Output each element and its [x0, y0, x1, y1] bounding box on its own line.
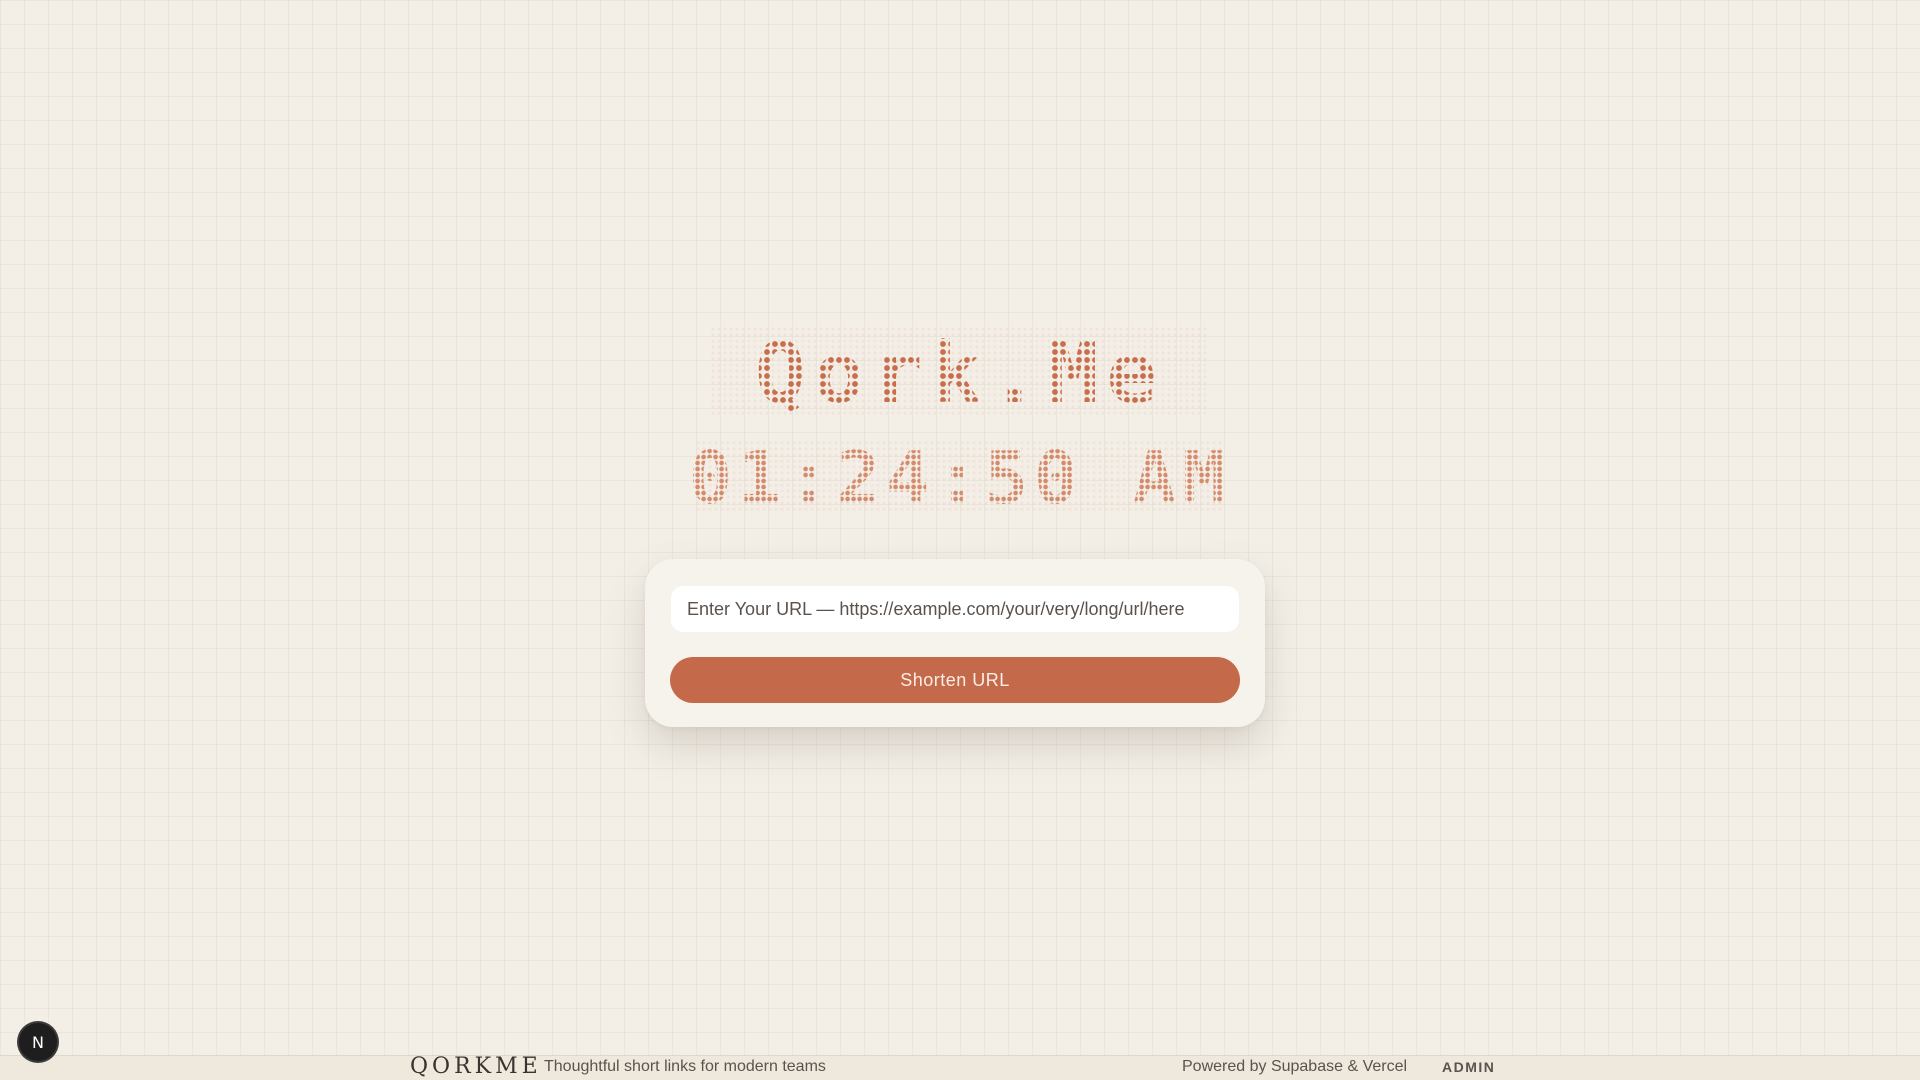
nextjs-devtools-button[interactable]: N: [19, 1023, 57, 1061]
site-logo: Qork.Me: [754, 324, 1166, 422]
footer-tagline: Thoughtful short links for modern teams: [544, 1058, 826, 1075]
powered-by-link[interactable]: Powered by Supabase & Vercel: [1182, 1058, 1407, 1076]
url-input[interactable]: [671, 586, 1239, 632]
footer-bar: [0, 1055, 1920, 1080]
shortener-card: Shorten URL: [645, 559, 1265, 727]
n-logo-icon: N: [32, 1032, 44, 1052]
clock-display: 01:24:50 AM: [688, 436, 1232, 520]
shorten-url-button[interactable]: Shorten URL: [670, 657, 1240, 703]
footer-brand: QORKME: [410, 1054, 542, 1079]
admin-link[interactable]: ADMIN: [1442, 1059, 1495, 1075]
